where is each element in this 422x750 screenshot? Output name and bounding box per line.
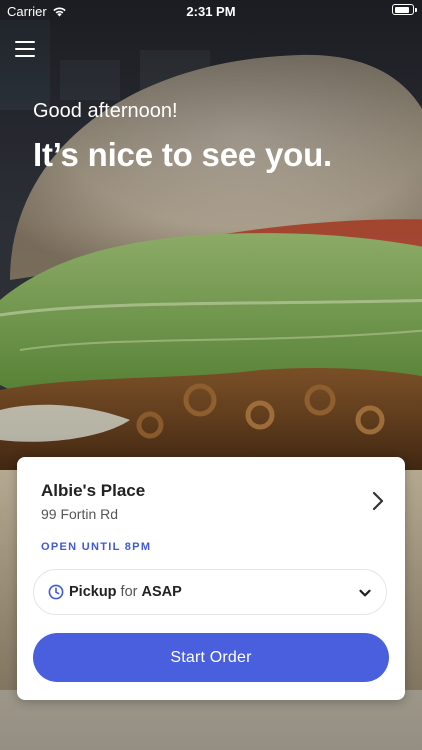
home-screen: Carrier 2:31 PM Good afternoon! It’s nic… (0, 0, 422, 750)
status-time: 2:31 PM (186, 4, 236, 19)
menu-line (15, 48, 35, 50)
location-address: 99 Fortin Rd (41, 506, 119, 522)
pickup-time: ASAP (141, 584, 182, 600)
menu-line (15, 55, 35, 57)
chevron-down-icon (359, 589, 371, 597)
pickup-summary: Pickup for ASAP (69, 584, 182, 600)
menu-line (15, 41, 35, 43)
hamburger-menu-icon[interactable] (15, 40, 35, 58)
location-card: Albie's Place 99 Fortin Rd OPEN UNTIL 8P… (17, 457, 405, 700)
chevron-right-icon[interactable] (371, 491, 385, 511)
greeting-subtitle: Good afternoon! (33, 100, 178, 122)
location-name[interactable]: Albie's Place (41, 481, 145, 501)
pickup-joiner: for (120, 584, 138, 600)
pickup-method: Pickup (69, 584, 117, 600)
pickup-time-selector[interactable]: Pickup for ASAP (33, 569, 387, 615)
greeting-headline: It’s nice to see you. (33, 136, 333, 173)
battery-level (394, 6, 409, 13)
clock-icon (48, 584, 64, 600)
battery-icon (392, 4, 417, 15)
status-bar: Carrier 2:31 PM (0, 0, 422, 22)
open-status-label: OPEN UNTIL 8PM (41, 541, 152, 553)
start-order-button[interactable]: Start Order (33, 633, 389, 682)
